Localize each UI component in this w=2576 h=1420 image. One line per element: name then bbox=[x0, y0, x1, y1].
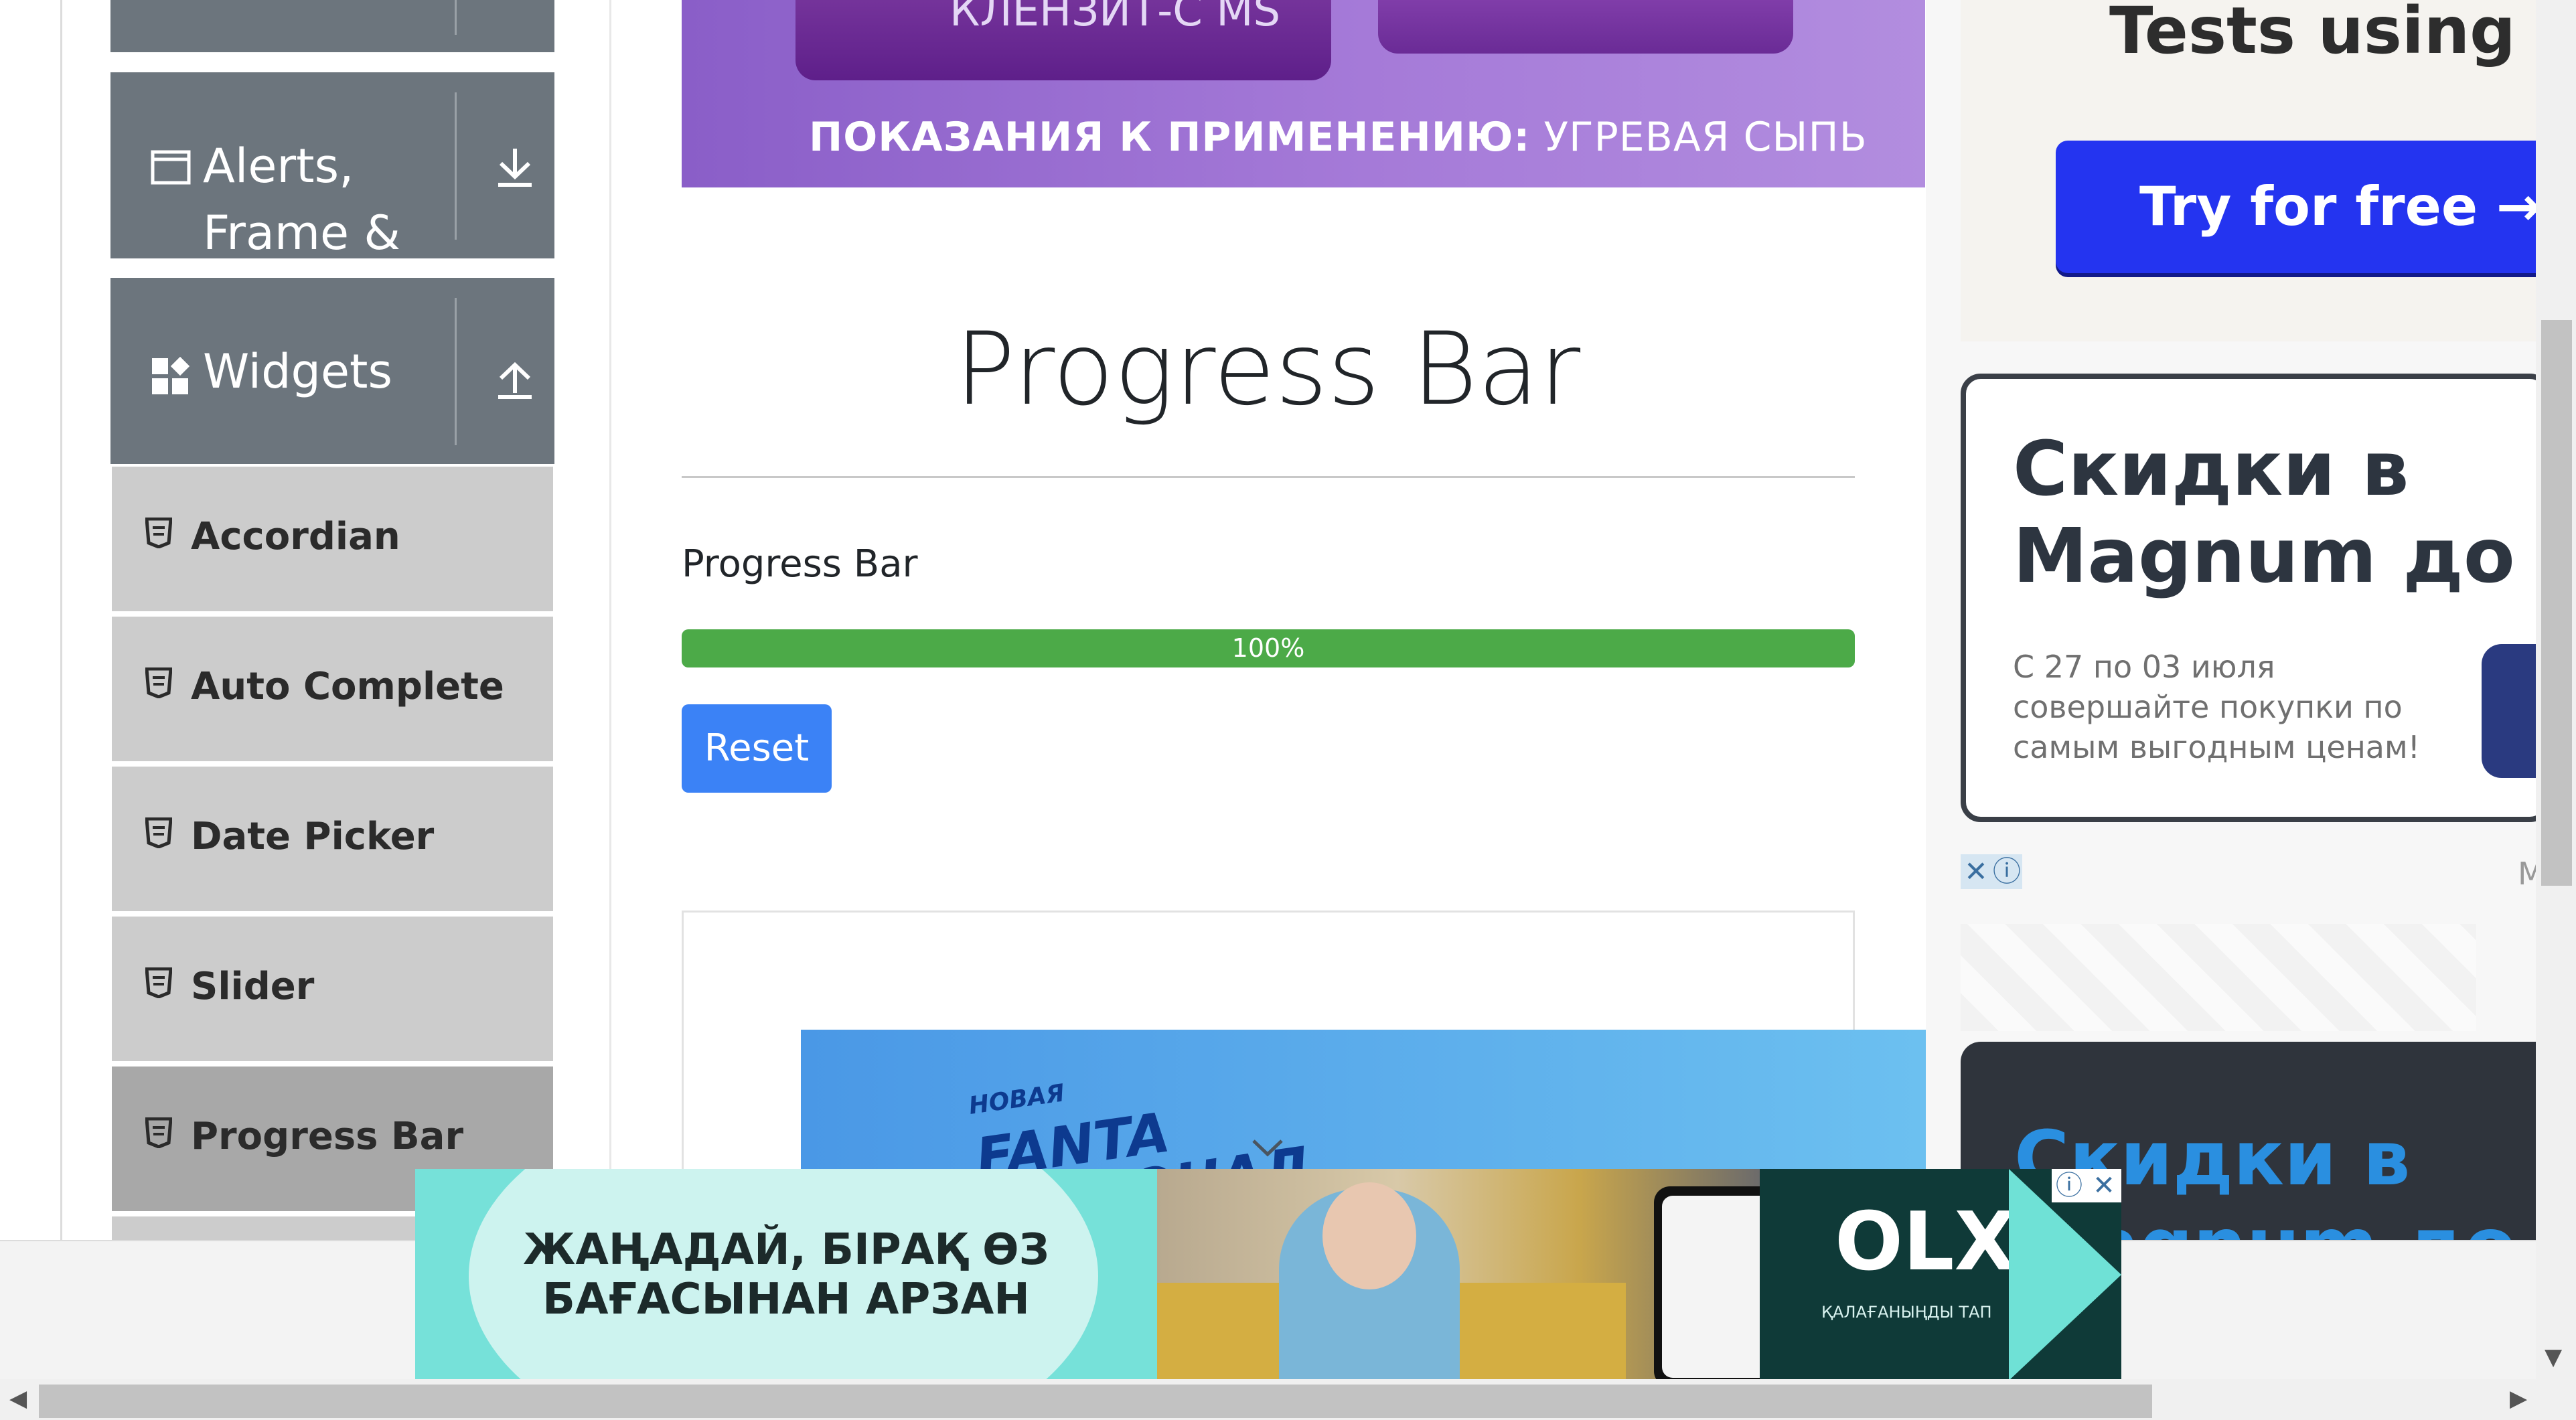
sidebar-divider bbox=[609, 0, 611, 1240]
sidebar-item-accordian[interactable]: Accordian bbox=[112, 467, 553, 614]
product-tube-image bbox=[1378, 0, 1793, 54]
sidebar-item-slider[interactable]: Slider bbox=[112, 917, 553, 1064]
info-icon[interactable]: ⓘ bbox=[2052, 1169, 2087, 1202]
ai-testing-advertisement[interactable]: Tests using AI Try for free → bbox=[1961, 0, 2536, 341]
sidebar-item-label: Date Picker bbox=[191, 815, 435, 858]
magnum-ad-title: Скидки в Magnum до 50% bbox=[2013, 426, 2545, 600]
ad-pattern-background bbox=[1961, 924, 2476, 1031]
magnum-advertisement[interactable]: Скидки в Magnum до 50% С 27 по 03 июля с… bbox=[1961, 374, 2550, 822]
close-icon[interactable]: ✕ bbox=[1961, 854, 1991, 889]
sidebar-group-alerts[interactable]: Alerts, Frame & Windows bbox=[110, 72, 554, 327]
ad-close-controls[interactable]: ⓘ ✕ bbox=[2052, 1169, 2121, 1202]
try-for-free-button[interactable]: Try for free → bbox=[2056, 141, 2536, 273]
chevron-down-icon[interactable] bbox=[1251, 1138, 1284, 1161]
horizontal-scroll-thumb[interactable] bbox=[39, 1385, 2152, 1418]
progress-bar-fill: 100% bbox=[682, 629, 1855, 667]
page-title: Progress Bar bbox=[954, 311, 1581, 428]
progress-bar: 100% bbox=[682, 629, 1855, 667]
title-divider bbox=[682, 476, 1855, 478]
olx-tagline: ҚАЛАҒАНЫҢДЫ ТАП bbox=[1821, 1303, 1992, 1322]
sidebar-item-label: Progress Bar bbox=[191, 1115, 464, 1158]
sidebar-group-widgets[interactable]: Widgets bbox=[110, 278, 554, 464]
ad-choices[interactable]: ✕ ⓘ bbox=[1961, 854, 2022, 889]
top-advertisement[interactable]: КЛЕНЗИТ-С MS ПОКАЗАНИЯ К ПРИМЕНЕНИЮ: УГР… bbox=[682, 0, 1925, 187]
html5-icon bbox=[145, 967, 173, 1001]
scroll-right-icon[interactable]: ▶ bbox=[2510, 1387, 2527, 1410]
info-icon[interactable]: ⓘ bbox=[1991, 854, 2022, 889]
close-icon[interactable]: ✕ bbox=[2087, 1169, 2121, 1202]
vertical-scroll-thumb[interactable] bbox=[2541, 320, 2572, 886]
bottom-advertisement[interactable]: ЖАҢАДАЙ, БІРАҚ ӨЗ БАҒАСЫНАН АРЗАН OLX ҚА… bbox=[415, 1169, 2121, 1380]
sidebar-border bbox=[60, 0, 62, 1240]
reset-button[interactable]: Reset bbox=[682, 704, 832, 793]
sidebar-item-date-picker[interactable]: Date Picker bbox=[112, 767, 553, 914]
sidebar-item-label: Auto Complete bbox=[191, 665, 504, 708]
bottom-ad-headline: ЖАҢАДАЙ, БІРАҚ ӨЗ БАҒАСЫНАН АРЗАН bbox=[522, 1225, 1050, 1324]
html5-icon bbox=[145, 667, 173, 701]
upload-arrow-icon[interactable] bbox=[496, 357, 534, 402]
ad-banner-text: ПОКАЗАНИЯ К ПРИМЕНЕНИЮ: УГРЕВАЯ СЫПЬ bbox=[809, 114, 1868, 161]
ad-product-name: КЛЕНЗИТ-С MS bbox=[950, 0, 1281, 36]
sidebar-item-label: Slider bbox=[191, 965, 315, 1008]
html5-icon bbox=[145, 817, 173, 851]
widgets-icon bbox=[151, 356, 191, 400]
ad-banner-bold: ПОКАЗАНИЯ К ПРИМЕНЕНИЮ: bbox=[809, 114, 1531, 161]
sidebar-group-previous[interactable] bbox=[110, 0, 554, 52]
ad-banner-rest: УГРЕВАЯ СЫПЬ bbox=[1530, 114, 1868, 161]
person-head-image bbox=[1322, 1182, 1416, 1289]
sidebar-item-auto-complete[interactable]: Auto Complete bbox=[112, 617, 553, 764]
progress-bar-label: Progress Bar bbox=[682, 542, 918, 586]
scroll-down-icon[interactable]: ▼ bbox=[2545, 1346, 2562, 1368]
sidebar-group-label: Widgets bbox=[203, 344, 392, 399]
bottom-ad-text-panel: ЖАҢАДАЙ, БІРАҚ ӨЗ БАҒАСЫНАН АРЗАН bbox=[415, 1169, 1157, 1380]
download-arrow-icon[interactable] bbox=[496, 146, 534, 191]
olx-logo: OLX bbox=[1835, 1196, 2016, 1289]
html5-icon bbox=[145, 1117, 173, 1151]
scroll-left-icon[interactable]: ◀ bbox=[9, 1387, 27, 1410]
window-icon bbox=[151, 150, 191, 187]
ai-ad-text: Tests using AI bbox=[2109, 0, 2536, 68]
sidebar-item-label: Accordian bbox=[191, 515, 400, 558]
html5-icon bbox=[145, 517, 173, 551]
magnum-ad-description: С 27 по 03 июля совершайте покупки по са… bbox=[2013, 649, 2421, 765]
